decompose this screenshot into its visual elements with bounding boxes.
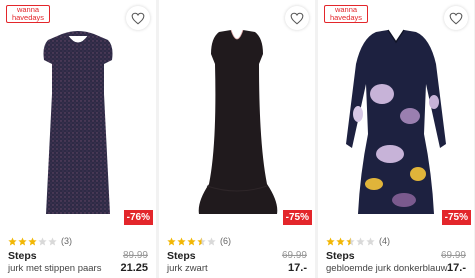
star-filled-icon [28, 236, 37, 245]
wishlist-heart-icon[interactable] [126, 6, 150, 30]
star-empty-icon [48, 236, 57, 245]
brand-name: Steps [326, 250, 355, 262]
rating: (3) [8, 236, 72, 246]
badge-line-2: havedays [329, 13, 363, 22]
product-name[interactable]: jurk zwart [167, 263, 208, 274]
rating-count: (4) [379, 236, 390, 246]
product-name[interactable]: jurk met stippen paars [8, 263, 101, 274]
product-card[interactable]: wanna havedays -76% (3) Steps 89.99 jurk… [0, 0, 156, 278]
discount-badge: -75% [441, 210, 471, 225]
brand-name: Steps [8, 250, 37, 262]
star-empty-icon [38, 236, 47, 245]
old-price: 69.99 [281, 250, 307, 261]
discount-badge: -75% [282, 210, 312, 225]
star-empty-icon [207, 236, 216, 245]
old-price: 89.99 [122, 250, 148, 261]
star-filled-icon [8, 236, 17, 245]
rating: (4) [326, 236, 390, 246]
product-grid: wanna havedays -76% (3) Steps 89.99 jurk… [0, 0, 475, 278]
rating: (6) [167, 236, 231, 246]
star-half-icon [346, 236, 355, 245]
old-price: 69.99 [440, 250, 466, 261]
star-filled-icon [187, 236, 196, 245]
current-price: 21.25 [120, 262, 148, 274]
current-price: 17.- [288, 262, 307, 274]
product-image[interactable] [318, 24, 474, 220]
wannahavedays-badge: wanna havedays [324, 5, 368, 23]
star-filled-icon [167, 236, 176, 245]
rating-count: (3) [61, 236, 72, 246]
star-half-icon [197, 236, 206, 245]
wannahavedays-badge: wanna havedays [6, 5, 50, 23]
wishlist-heart-icon[interactable] [285, 6, 309, 30]
star-empty-icon [356, 236, 365, 245]
product-name[interactable]: gebloemde jurk donkerblauw [326, 263, 447, 274]
star-filled-icon [336, 236, 345, 245]
product-card[interactable]: -75% (6) Steps 69.99 jurk zwart 17.- [159, 0, 315, 278]
star-empty-icon [366, 236, 375, 245]
star-filled-icon [326, 236, 335, 245]
product-image[interactable] [0, 24, 156, 220]
star-filled-icon [177, 236, 186, 245]
product-image[interactable] [159, 24, 315, 220]
star-filled-icon [18, 236, 27, 245]
wishlist-heart-icon[interactable] [444, 6, 468, 30]
brand-name: Steps [167, 250, 196, 262]
badge-line-2: havedays [11, 13, 45, 22]
rating-count: (6) [220, 236, 231, 246]
discount-badge: -76% [123, 210, 153, 225]
product-card[interactable]: wanna havedays -75% (4) Steps 69.99 gebl… [318, 0, 474, 278]
current-price: 17.- [447, 262, 466, 274]
